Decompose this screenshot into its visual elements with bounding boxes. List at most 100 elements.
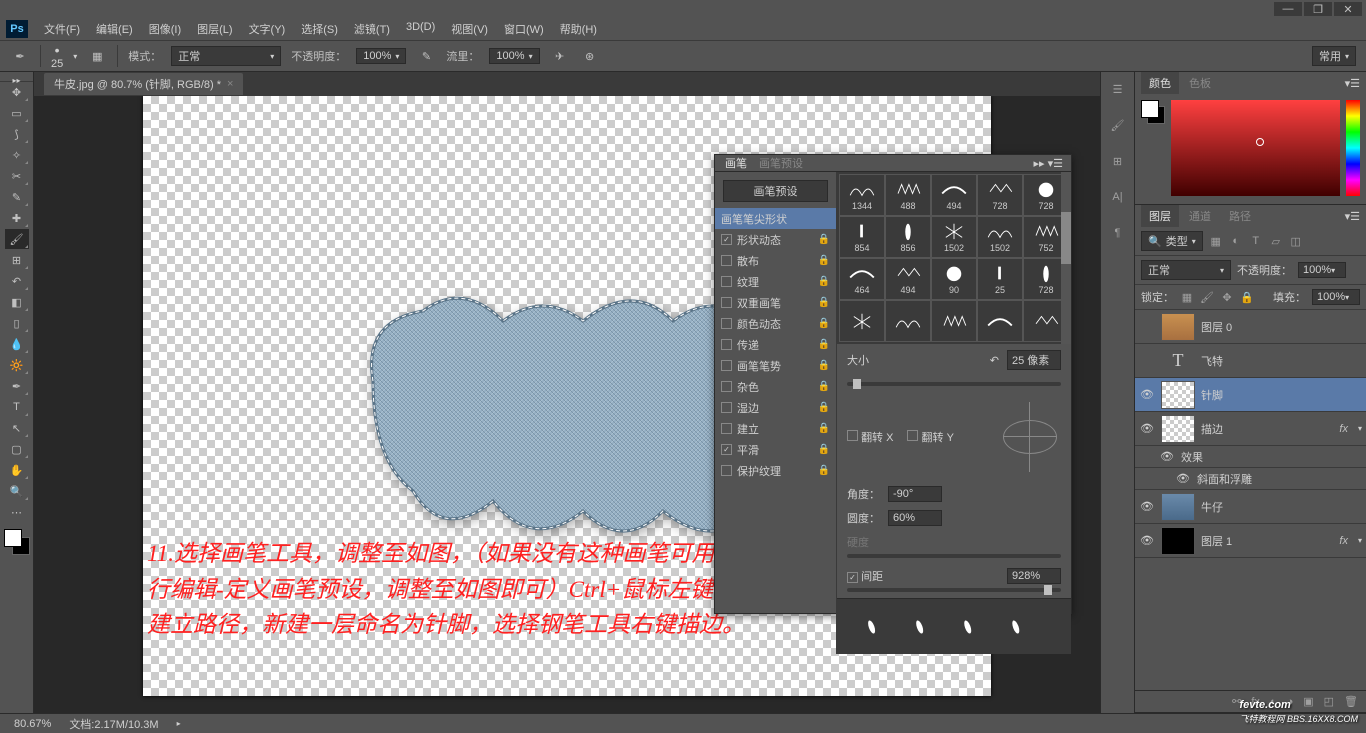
paragraph-panel-icon[interactable]: ¶ — [1107, 222, 1129, 244]
flip-x-checkbox[interactable]: 翻转 X — [847, 429, 893, 445]
history-brush-tool[interactable]: ↶ — [5, 271, 29, 291]
brush-tip-cell[interactable] — [977, 300, 1023, 342]
gradient-tool[interactable]: ▯ — [5, 313, 29, 333]
menu-item[interactable]: 选择(S) — [293, 21, 346, 37]
zoom-tool[interactable]: 🔍 — [5, 481, 29, 501]
layer-opacity-field[interactable]: 100%▾ — [1298, 262, 1346, 278]
brush-tip-cell[interactable]: 25 — [977, 258, 1023, 300]
filter-pixel-icon[interactable]: ▦ — [1209, 234, 1223, 248]
brush-tool-icon[interactable]: ✒ — [10, 46, 30, 66]
eyedropper-tool[interactable]: ✎ — [5, 187, 29, 207]
brush-setting-row[interactable]: 建立🔒 — [715, 418, 836, 439]
brush-tip-cell[interactable]: 856 — [885, 216, 931, 258]
brush-setting-row[interactable]: 散布🔒 — [715, 250, 836, 271]
brush-setting-row[interactable]: 双重画笔🔒 — [715, 292, 836, 313]
brush-setting-row[interactable]: 纹理🔒 — [715, 271, 836, 292]
menu-item[interactable]: 帮助(H) — [552, 21, 605, 37]
brush-tip-cell[interactable] — [931, 300, 977, 342]
layer-fill-field[interactable]: 100%▾ — [1312, 289, 1360, 305]
layers-panel-menu-icon[interactable]: ▾☰ — [1339, 210, 1366, 223]
brush-setting-row[interactable]: 保护纹理🔒 — [715, 460, 836, 481]
menu-item[interactable]: 文字(Y) — [241, 21, 294, 37]
menu-item[interactable]: 图层(L) — [189, 21, 240, 37]
brush-setting-row[interactable]: 湿边🔒 — [715, 397, 836, 418]
restore-button[interactable]: ❐ — [1304, 2, 1332, 16]
brush-setting-row[interactable]: 传递🔒 — [715, 334, 836, 355]
filter-type-icon[interactable]: T — [1249, 234, 1263, 248]
color-tab[interactable]: 颜色 — [1141, 72, 1179, 94]
airbrush-icon[interactable]: ✈ — [550, 46, 570, 66]
pen-tool[interactable]: ✒ — [5, 376, 29, 396]
brush-panel-icon[interactable]: 🖌 — [1107, 114, 1129, 136]
dodge-tool[interactable]: 🔆 — [5, 355, 29, 375]
doc-info[interactable]: 文档:2.17M/10.3M — [69, 716, 158, 732]
crop-tool[interactable]: ✂ — [5, 166, 29, 186]
brush-setting-row[interactable]: 杂色🔒 — [715, 376, 836, 397]
brush-tab[interactable]: 画笔 — [725, 155, 747, 171]
menu-item[interactable]: 3D(D) — [398, 21, 443, 37]
brush-setting-row[interactable]: 颜色动态🔒 — [715, 313, 836, 334]
lock-transparent-icon[interactable]: ▦ — [1180, 290, 1194, 304]
healing-tool[interactable]: ✚ — [5, 208, 29, 228]
close-tab-icon[interactable]: × — [227, 78, 233, 90]
layers-tab[interactable]: 图层 — [1141, 205, 1179, 227]
menu-item[interactable]: 文件(F) — [36, 21, 88, 37]
menu-item[interactable]: 窗口(W) — [496, 21, 552, 37]
zoom-display[interactable]: 80.67% — [14, 718, 51, 730]
channels-tab[interactable]: 通道 — [1181, 205, 1219, 227]
minimize-button[interactable]: — — [1274, 2, 1302, 16]
hue-slider[interactable] — [1346, 100, 1360, 196]
type-tool[interactable]: T — [5, 397, 29, 417]
brush-panel-toggle-icon[interactable]: ▦ — [87, 46, 107, 66]
swatch-tab[interactable]: 色板 — [1181, 72, 1219, 94]
brush-tip-cell[interactable]: 1502 — [977, 216, 1023, 258]
foreground-color[interactable] — [4, 529, 22, 547]
stamp-tool[interactable]: ⊞ — [5, 250, 29, 270]
brush-preset-button[interactable]: 画笔预设 — [723, 180, 828, 202]
brush-setting-row[interactable]: 画笔笔势🔒 — [715, 355, 836, 376]
hardness-slider[interactable] — [847, 554, 1061, 558]
magic-wand-tool[interactable]: ✧ — [5, 145, 29, 165]
pressure-size-icon[interactable]: ⊛ — [580, 46, 600, 66]
brush-tip-cell[interactable]: 494 — [931, 174, 977, 216]
brush-tip-grid[interactable]: 1344488494728728854856150215027524644949… — [837, 172, 1071, 344]
history-panel-icon[interactable]: ☰ — [1107, 78, 1129, 100]
brush-tip-shape[interactable]: 画笔笔尖形状 — [715, 208, 836, 229]
layer-row[interactable]: 图层 0 — [1135, 310, 1366, 344]
character-panel-icon[interactable]: A| — [1107, 186, 1129, 208]
menu-item[interactable]: 图像(I) — [141, 21, 189, 37]
spacing-input[interactable]: 928% — [1007, 568, 1061, 584]
lasso-tool[interactable]: ⟆ — [5, 124, 29, 144]
close-button[interactable]: ✕ — [1334, 2, 1362, 16]
menu-item[interactable]: 滤镜(T) — [346, 21, 398, 37]
layer-filter-select[interactable]: 🔍 类型 ▾ — [1141, 231, 1203, 251]
filter-shape-icon[interactable]: ▱ — [1269, 234, 1283, 248]
workspace-switcher[interactable]: 常用▾ — [1312, 46, 1356, 66]
color-field[interactable] — [1171, 100, 1340, 196]
menu-item[interactable]: 视图(V) — [443, 21, 496, 37]
brush-preset-tab[interactable]: 画笔预设 — [759, 155, 803, 171]
paths-tab[interactable]: 路径 — [1221, 205, 1259, 227]
layer-row[interactable]: 👁斜面和浮雕 — [1135, 468, 1366, 490]
layer-row[interactable]: 👁针脚 — [1135, 378, 1366, 412]
menu-item[interactable]: 编辑(E) — [88, 21, 141, 37]
spacing-slider[interactable] — [847, 588, 1061, 592]
lock-all-icon[interactable]: 🔒 — [1240, 290, 1254, 304]
layer-row[interactable]: T飞特 — [1135, 344, 1366, 378]
brush-tip-cell[interactable]: 728 — [977, 174, 1023, 216]
brush-tip-cell[interactable]: 494 — [885, 258, 931, 300]
flip-y-checkbox[interactable]: 翻转 Y — [907, 429, 953, 445]
document-tab[interactable]: 牛皮.jpg @ 80.7% (针脚, RGB/8) * × — [44, 73, 243, 95]
brush-tip-cell[interactable]: 464 — [839, 258, 885, 300]
color-panel-menu-icon[interactable]: ▾☰ — [1339, 77, 1366, 90]
shape-tool[interactable]: ▢ — [5, 439, 29, 459]
color-panel-swatch[interactable] — [1141, 100, 1165, 124]
layer-row[interactable]: 👁描边fx▾ — [1135, 412, 1366, 446]
brush-tip-cell[interactable]: 854 — [839, 216, 885, 258]
edit-toolbar[interactable]: ⋯ — [5, 502, 29, 522]
eraser-tool[interactable]: ◧ — [5, 292, 29, 312]
spacing-checkbox[interactable]: ✓ 间距 — [847, 568, 883, 584]
lock-position-icon[interactable]: ✥ — [1220, 290, 1234, 304]
layer-row[interactable]: 👁效果 — [1135, 446, 1366, 468]
brush-tip-cell[interactable]: 488 — [885, 174, 931, 216]
